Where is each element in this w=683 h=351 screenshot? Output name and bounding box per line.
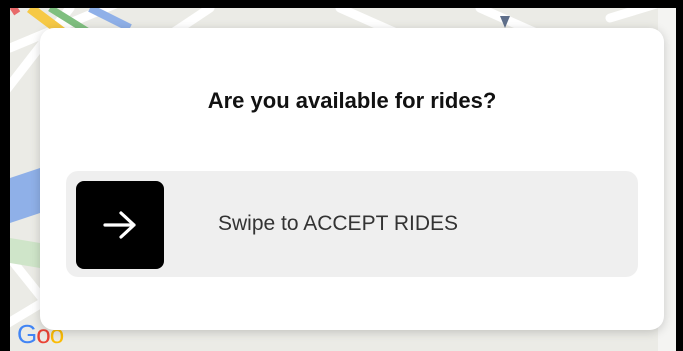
availability-dialog: Are you available for rides? Swipe to AC… xyxy=(40,28,664,330)
google-logo-letter: G xyxy=(17,319,37,349)
swipe-handle[interactable] xyxy=(76,181,164,269)
dialog-title: Are you available for rides? xyxy=(207,88,497,113)
arrow-right-icon xyxy=(103,211,136,239)
swipe-to-accept-track[interactable]: Swipe to ACCEPT RIDES xyxy=(66,171,638,277)
swipe-label: Swipe to ACCEPT RIDES xyxy=(218,212,459,235)
